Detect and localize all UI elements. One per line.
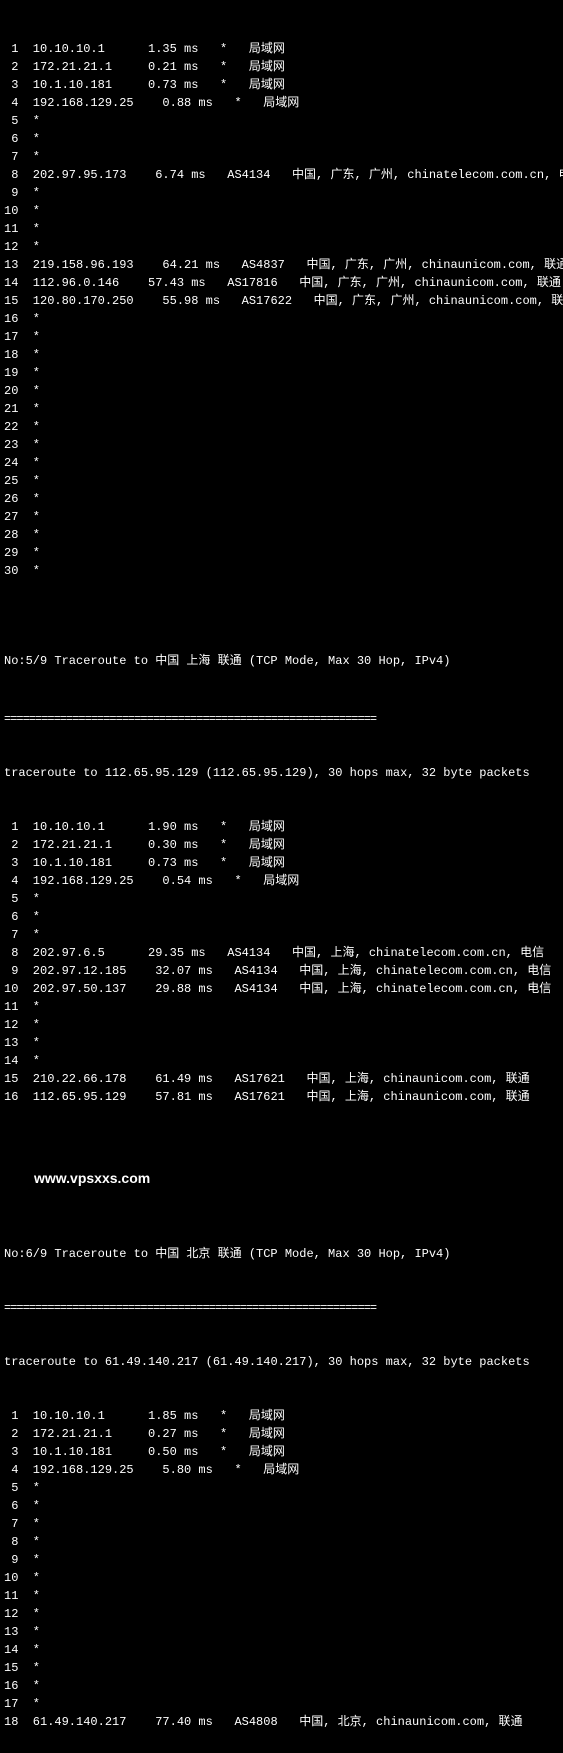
hop-row: 5 * bbox=[4, 890, 559, 908]
hop-row: 4 192.168.129.25 5.80 ms * 局域网 bbox=[4, 1461, 559, 1479]
hop-row: 26 * bbox=[4, 490, 559, 508]
hop-row: 8 * bbox=[4, 1533, 559, 1551]
hop-row: 5 * bbox=[4, 1479, 559, 1497]
hop-row: 20 * bbox=[4, 382, 559, 400]
hop-row: 1 10.10.10.1 1.35 ms * 局域网 bbox=[4, 40, 559, 58]
traceroute-section-2: 1 10.10.10.1 1.90 ms * 局域网 2 172.21.21.1… bbox=[4, 818, 559, 1106]
hop-row: 1 10.10.10.1 1.85 ms * 局域网 bbox=[4, 1407, 559, 1425]
hop-row: 4 192.168.129.25 0.54 ms * 局域网 bbox=[4, 872, 559, 890]
hop-row: 4 192.168.129.25 0.88 ms * 局域网 bbox=[4, 94, 559, 112]
hop-row: 2 172.21.21.1 0.27 ms * 局域网 bbox=[4, 1425, 559, 1443]
hop-row: 8 202.97.95.173 6.74 ms AS4134 中国, 广东, 广… bbox=[4, 166, 559, 184]
hop-row: 11 * bbox=[4, 998, 559, 1016]
hop-row: 9 * bbox=[4, 1551, 559, 1569]
hop-row: 6 * bbox=[4, 130, 559, 148]
hop-row: 18 61.49.140.217 77.40 ms AS4808 中国, 北京,… bbox=[4, 1713, 559, 1731]
terminal-output: 1 10.10.10.1 1.35 ms * 局域网 2 172.21.21.1… bbox=[4, 4, 559, 1749]
hop-row: 9 * bbox=[4, 184, 559, 202]
hop-row: 16 * bbox=[4, 1677, 559, 1695]
hop-row: 6 * bbox=[4, 1497, 559, 1515]
hop-row: 8 202.97.6.5 29.35 ms AS4134 中国, 上海, chi… bbox=[4, 944, 559, 962]
hop-row: 3 10.1.10.181 0.73 ms * 局域网 bbox=[4, 76, 559, 94]
hop-row: 2 172.21.21.1 0.30 ms * 局域网 bbox=[4, 836, 559, 854]
hop-row: 13 * bbox=[4, 1034, 559, 1052]
hop-row: 10 * bbox=[4, 202, 559, 220]
hop-row: 15 120.80.170.250 55.98 ms AS17622 中国, 广… bbox=[4, 292, 559, 310]
traceroute-target: traceroute to 112.65.95.129 (112.65.95.1… bbox=[4, 764, 559, 782]
hop-row: 10 * bbox=[4, 1569, 559, 1587]
hop-row: 13 219.158.96.193 64.21 ms AS4837 中国, 广东… bbox=[4, 256, 559, 274]
hop-row: 14 * bbox=[4, 1641, 559, 1659]
traceroute-section-3: 1 10.10.10.1 1.85 ms * 局域网 2 172.21.21.1… bbox=[4, 1407, 559, 1731]
hop-row: 11 * bbox=[4, 1587, 559, 1605]
hop-row: 14 * bbox=[4, 1052, 559, 1070]
hop-row: 28 * bbox=[4, 526, 559, 544]
divider: ========================================… bbox=[4, 1299, 559, 1317]
hop-row: 21 * bbox=[4, 400, 559, 418]
hop-row: 24 * bbox=[4, 454, 559, 472]
hop-row: 16 * bbox=[4, 310, 559, 328]
hop-row: 9 202.97.12.185 32.07 ms AS4134 中国, 上海, … bbox=[4, 962, 559, 980]
watermark-text: www.vpsxxs.com bbox=[4, 1168, 559, 1189]
hop-row: 18 * bbox=[4, 346, 559, 364]
hop-row: 15 * bbox=[4, 1659, 559, 1677]
traceroute-section-1: 1 10.10.10.1 1.35 ms * 局域网 2 172.21.21.1… bbox=[4, 40, 559, 580]
hop-row: 7 * bbox=[4, 926, 559, 944]
hop-row: 11 * bbox=[4, 220, 559, 238]
hop-row: 16 112.65.95.129 57.81 ms AS17621 中国, 上海… bbox=[4, 1088, 559, 1106]
hop-row: 3 10.1.10.181 0.50 ms * 局域网 bbox=[4, 1443, 559, 1461]
section-header-6: No:6/9 Traceroute to 中国 北京 联通 (TCP Mode,… bbox=[4, 1245, 559, 1263]
hop-row: 13 * bbox=[4, 1623, 559, 1641]
section-header-5: No:5/9 Traceroute to 中国 上海 联通 (TCP Mode,… bbox=[4, 652, 559, 670]
hop-row: 6 * bbox=[4, 908, 559, 926]
traceroute-target: traceroute to 61.49.140.217 (61.49.140.2… bbox=[4, 1353, 559, 1371]
hop-row: 17 * bbox=[4, 1695, 559, 1713]
hop-row: 10 202.97.50.137 29.88 ms AS4134 中国, 上海,… bbox=[4, 980, 559, 998]
hop-row: 5 * bbox=[4, 112, 559, 130]
hop-row: 14 112.96.0.146 57.43 ms AS17816 中国, 广东,… bbox=[4, 274, 559, 292]
divider: ========================================… bbox=[4, 710, 559, 728]
hop-row: 1 10.10.10.1 1.90 ms * 局域网 bbox=[4, 818, 559, 836]
hop-row: 19 * bbox=[4, 364, 559, 382]
hop-row: 17 * bbox=[4, 328, 559, 346]
hop-row: 22 * bbox=[4, 418, 559, 436]
hop-row: 23 * bbox=[4, 436, 559, 454]
hop-row: 25 * bbox=[4, 472, 559, 490]
hop-row: 27 * bbox=[4, 508, 559, 526]
hop-row: 30 * bbox=[4, 562, 559, 580]
hop-row: 7 * bbox=[4, 1515, 559, 1533]
hop-row: 15 210.22.66.178 61.49 ms AS17621 中国, 上海… bbox=[4, 1070, 559, 1088]
hop-row: 3 10.1.10.181 0.73 ms * 局域网 bbox=[4, 854, 559, 872]
hop-row: 7 * bbox=[4, 148, 559, 166]
hop-row: 29 * bbox=[4, 544, 559, 562]
hop-row: 12 * bbox=[4, 1605, 559, 1623]
hop-row: 2 172.21.21.1 0.21 ms * 局域网 bbox=[4, 58, 559, 76]
hop-row: 12 * bbox=[4, 1016, 559, 1034]
hop-row: 12 * bbox=[4, 238, 559, 256]
